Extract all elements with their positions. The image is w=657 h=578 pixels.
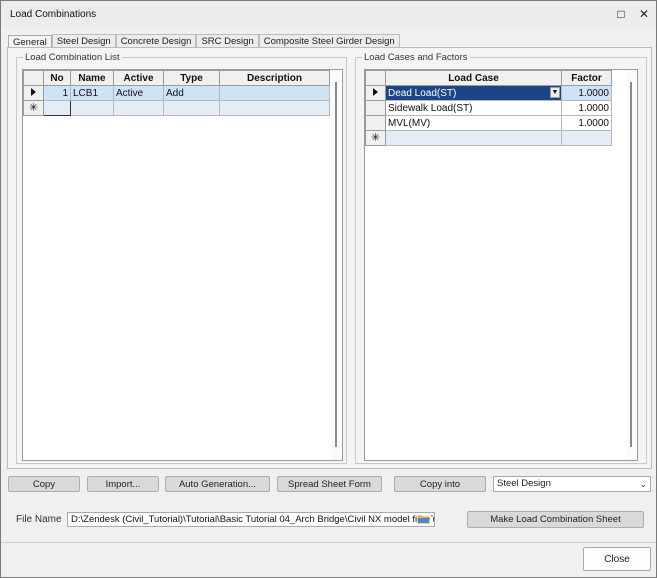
- cell-no[interactable]: 1: [43, 85, 71, 101]
- cell-load-case[interactable]: Dead Load(ST) ▼: [385, 85, 562, 101]
- new-row-icon[interactable]: ✳: [365, 130, 386, 146]
- new-cell-no[interactable]: [43, 100, 71, 116]
- corner-header: [23, 70, 44, 86]
- copy-button[interactable]: Copy: [8, 476, 80, 492]
- row-pointer-icon[interactable]: [23, 85, 44, 101]
- copy-into-selected-value: Steel Design: [497, 478, 551, 489]
- row-header[interactable]: [365, 115, 386, 131]
- new-cell-active[interactable]: [113, 100, 164, 116]
- new-row[interactable]: ✳: [365, 130, 612, 146]
- load-cases-factors-label: Load Cases and Factors: [362, 52, 470, 63]
- divider: [1, 542, 656, 543]
- right-vertical-scrollbar[interactable]: [626, 70, 636, 460]
- load-combinations-window: Load Combinations □ ✕ General Steel Desi…: [0, 0, 657, 578]
- tab-composite-steel-girder-design[interactable]: Composite Steel Girder Design: [258, 34, 400, 48]
- file-name-field[interactable]: D:\Zendesk (Civil_Tutorial)\Tutorial\Bas…: [67, 512, 435, 527]
- column-header-type[interactable]: Type: [163, 70, 220, 86]
- cell-factor[interactable]: 1.0000: [561, 115, 612, 131]
- copy-into-select[interactable]: Steel Design ⌄: [493, 476, 651, 492]
- tab-src-design[interactable]: SRC Design: [196, 34, 259, 48]
- column-header-factor[interactable]: Factor: [561, 70, 612, 86]
- column-header-description[interactable]: Description: [219, 70, 330, 86]
- left-vertical-scrollbar[interactable]: [331, 70, 341, 460]
- window-title: Load Combinations: [10, 9, 97, 20]
- table-row[interactable]: 1 LCB1 Active Add: [23, 85, 330, 101]
- general-tab-panel: Load Combination List No Name Active Typ…: [7, 47, 652, 469]
- cell-factor[interactable]: 1.0000: [561, 100, 612, 116]
- row-pointer-icon[interactable]: [365, 85, 386, 101]
- column-header-load-case[interactable]: Load Case: [385, 70, 562, 86]
- new-cell-load-case[interactable]: [385, 130, 562, 146]
- folder-icon[interactable]: [417, 513, 431, 525]
- load-case-value: Dead Load(ST): [388, 87, 457, 99]
- minimize-icon[interactable]: □: [611, 5, 631, 23]
- tab-strip: General Steel Design Concrete Design SRC…: [8, 34, 400, 49]
- make-load-combination-sheet-button[interactable]: Make Load Combination Sheet: [467, 511, 644, 528]
- chevron-down-icon[interactable]: ▼: [550, 87, 560, 98]
- cell-active[interactable]: Active: [113, 85, 164, 101]
- right-scrollbar-thumb[interactable]: [630, 82, 632, 447]
- column-header-no[interactable]: No: [43, 70, 71, 86]
- new-row-icon[interactable]: ✳: [23, 100, 44, 116]
- cell-name[interactable]: LCB1: [70, 85, 114, 101]
- cell-description[interactable]: [219, 85, 330, 101]
- spread-sheet-form-button[interactable]: Spread Sheet Form: [277, 476, 382, 492]
- load-combination-table: No Name Active Type Description 1 LCB1 A…: [23, 70, 330, 116]
- load-cases-table: Load Case Factor Dead Load(ST) ▼ 1.0000: [365, 70, 612, 146]
- column-header-active[interactable]: Active: [113, 70, 164, 86]
- table-row[interactable]: Sidewalk Load(ST) 1.0000: [365, 100, 612, 116]
- cell-load-case[interactable]: MVL(MV): [385, 115, 562, 131]
- column-header-name[interactable]: Name: [70, 70, 114, 86]
- new-cell-factor[interactable]: [561, 130, 612, 146]
- cell-type[interactable]: Add: [163, 85, 220, 101]
- new-row[interactable]: ✳: [23, 100, 330, 116]
- load-combination-list-group: Load Combination List No Name Active Typ…: [16, 52, 347, 464]
- tab-steel-design[interactable]: Steel Design: [51, 34, 116, 48]
- close-button[interactable]: Close: [583, 547, 651, 571]
- title-bar: Load Combinations □ ✕: [1, 1, 656, 28]
- cell-load-case[interactable]: Sidewalk Load(ST): [385, 100, 562, 116]
- new-cell-description[interactable]: [219, 100, 330, 116]
- row-header[interactable]: [365, 100, 386, 116]
- file-name-label: File Name: [16, 514, 62, 525]
- new-cell-type[interactable]: [163, 100, 220, 116]
- file-path-value: D:\Zendesk (Civil_Tutorial)\Tutorial\Bas…: [71, 514, 435, 525]
- cell-factor[interactable]: 1.0000: [561, 85, 612, 101]
- import-button[interactable]: Import...: [87, 476, 159, 492]
- auto-generation-button[interactable]: Auto Generation...: [165, 476, 270, 492]
- left-scrollbar-thumb[interactable]: [335, 82, 337, 447]
- copy-into-button[interactable]: Copy into: [394, 476, 486, 492]
- table-row[interactable]: MVL(MV) 1.0000: [365, 115, 612, 131]
- load-combination-grid[interactable]: No Name Active Type Description 1 LCB1 A…: [22, 69, 343, 461]
- load-cases-grid[interactable]: Load Case Factor Dead Load(ST) ▼ 1.0000: [364, 69, 638, 461]
- load-combination-list-label: Load Combination List: [23, 52, 122, 63]
- close-icon[interactable]: ✕: [634, 5, 654, 23]
- tab-concrete-design[interactable]: Concrete Design: [115, 34, 197, 48]
- table-row[interactable]: Dead Load(ST) ▼ 1.0000: [365, 85, 612, 101]
- new-cell-name[interactable]: [70, 100, 114, 116]
- chevron-down-icon[interactable]: ⌄: [639, 477, 647, 491]
- load-cases-factors-group: Load Cases and Factors Load Case Factor …: [355, 52, 647, 464]
- corner-header: [365, 70, 386, 86]
